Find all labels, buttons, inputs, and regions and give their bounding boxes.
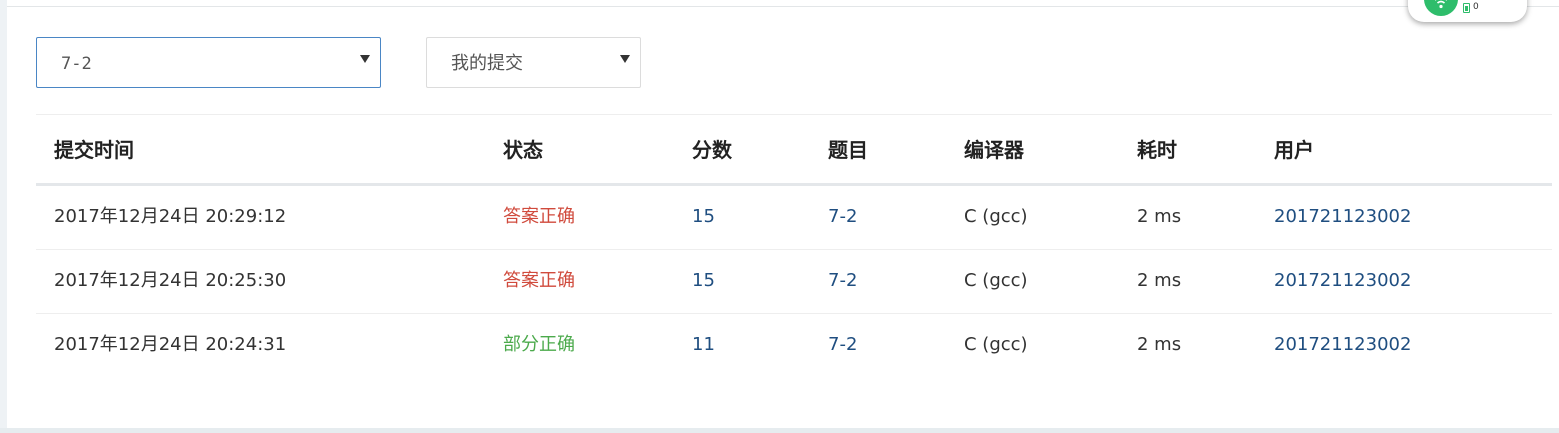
elapsed-time: 2 ms <box>1137 334 1182 355</box>
submit-time: 2017年12月24日 20:24:31 <box>54 334 287 355</box>
problem-link[interactable]: 7-2 <box>828 334 857 356</box>
submissions-page: 7-2 我的提交 0 提交时间 状态 分数 题目 编译器 耗时 用户 2017年… <box>0 0 1559 433</box>
table-header: 提交时间 状态 分数 题目 编译器 耗时 用户 <box>36 115 1552 186</box>
problem-link[interactable]: 7-2 <box>828 270 857 292</box>
header-compiler: 编译器 <box>964 138 1024 162</box>
score-link[interactable]: 11 <box>692 334 715 356</box>
header-submit-time: 提交时间 <box>54 138 134 162</box>
status-link[interactable]: 部分正确 <box>503 334 575 356</box>
compiler: C (gcc) <box>964 334 1028 355</box>
table-row: 2017年12月24日 20:25:30 答案正确 15 7-2 C (gcc)… <box>36 250 1552 314</box>
top-divider <box>7 0 1559 7</box>
submit-time: 2017年12月24日 20:29:12 <box>54 206 287 227</box>
table-row: 2017年12月24日 20:29:12 答案正确 15 7-2 C (gcc)… <box>36 186 1552 250</box>
network-status-widget[interactable]: 0 <box>1408 0 1527 22</box>
submissions-table: 提交时间 状态 分数 题目 编译器 耗时 用户 2017年12月24日 20:2… <box>36 114 1552 377</box>
chevron-down-icon <box>620 55 630 63</box>
header-problem: 题目 <box>828 138 868 162</box>
compiler: C (gcc) <box>964 206 1028 227</box>
user-link[interactable]: 201721123002 <box>1274 334 1411 356</box>
header-status: 状态 <box>503 138 543 162</box>
status-link[interactable]: 答案正确 <box>503 206 575 228</box>
header-elapsed: 耗时 <box>1137 138 1177 162</box>
problem-select-value: 7-2 <box>61 54 92 74</box>
chevron-down-icon <box>360 55 370 63</box>
header-score: 分数 <box>692 138 732 162</box>
problem-select[interactable]: 7-2 <box>36 37 381 88</box>
user-link[interactable]: 201721123002 <box>1274 206 1411 228</box>
problem-link[interactable]: 7-2 <box>828 206 857 228</box>
user-link[interactable]: 201721123002 <box>1274 270 1411 292</box>
scope-select-value: 我的提交 <box>451 53 523 74</box>
table-row: 2017年12月24日 20:24:31 部分正确 11 7-2 C (gcc)… <box>36 314 1552 377</box>
bottom-edge <box>0 428 1559 433</box>
scope-select[interactable]: 我的提交 <box>426 37 641 88</box>
compiler: C (gcc) <box>964 270 1028 291</box>
elapsed-time: 2 ms <box>1137 270 1182 291</box>
score-link[interactable]: 15 <box>692 270 715 292</box>
wifi-icon <box>1424 0 1458 16</box>
submit-time: 2017年12月24日 20:25:30 <box>54 270 287 291</box>
elapsed-time: 2 ms <box>1137 206 1182 227</box>
status-link[interactable]: 答案正确 <box>503 270 575 292</box>
header-user: 用户 <box>1274 138 1314 162</box>
battery-icon <box>1463 3 1470 13</box>
score-link[interactable]: 15 <box>692 206 715 228</box>
left-edge <box>0 0 7 433</box>
widget-count: 0 <box>1473 2 1479 12</box>
